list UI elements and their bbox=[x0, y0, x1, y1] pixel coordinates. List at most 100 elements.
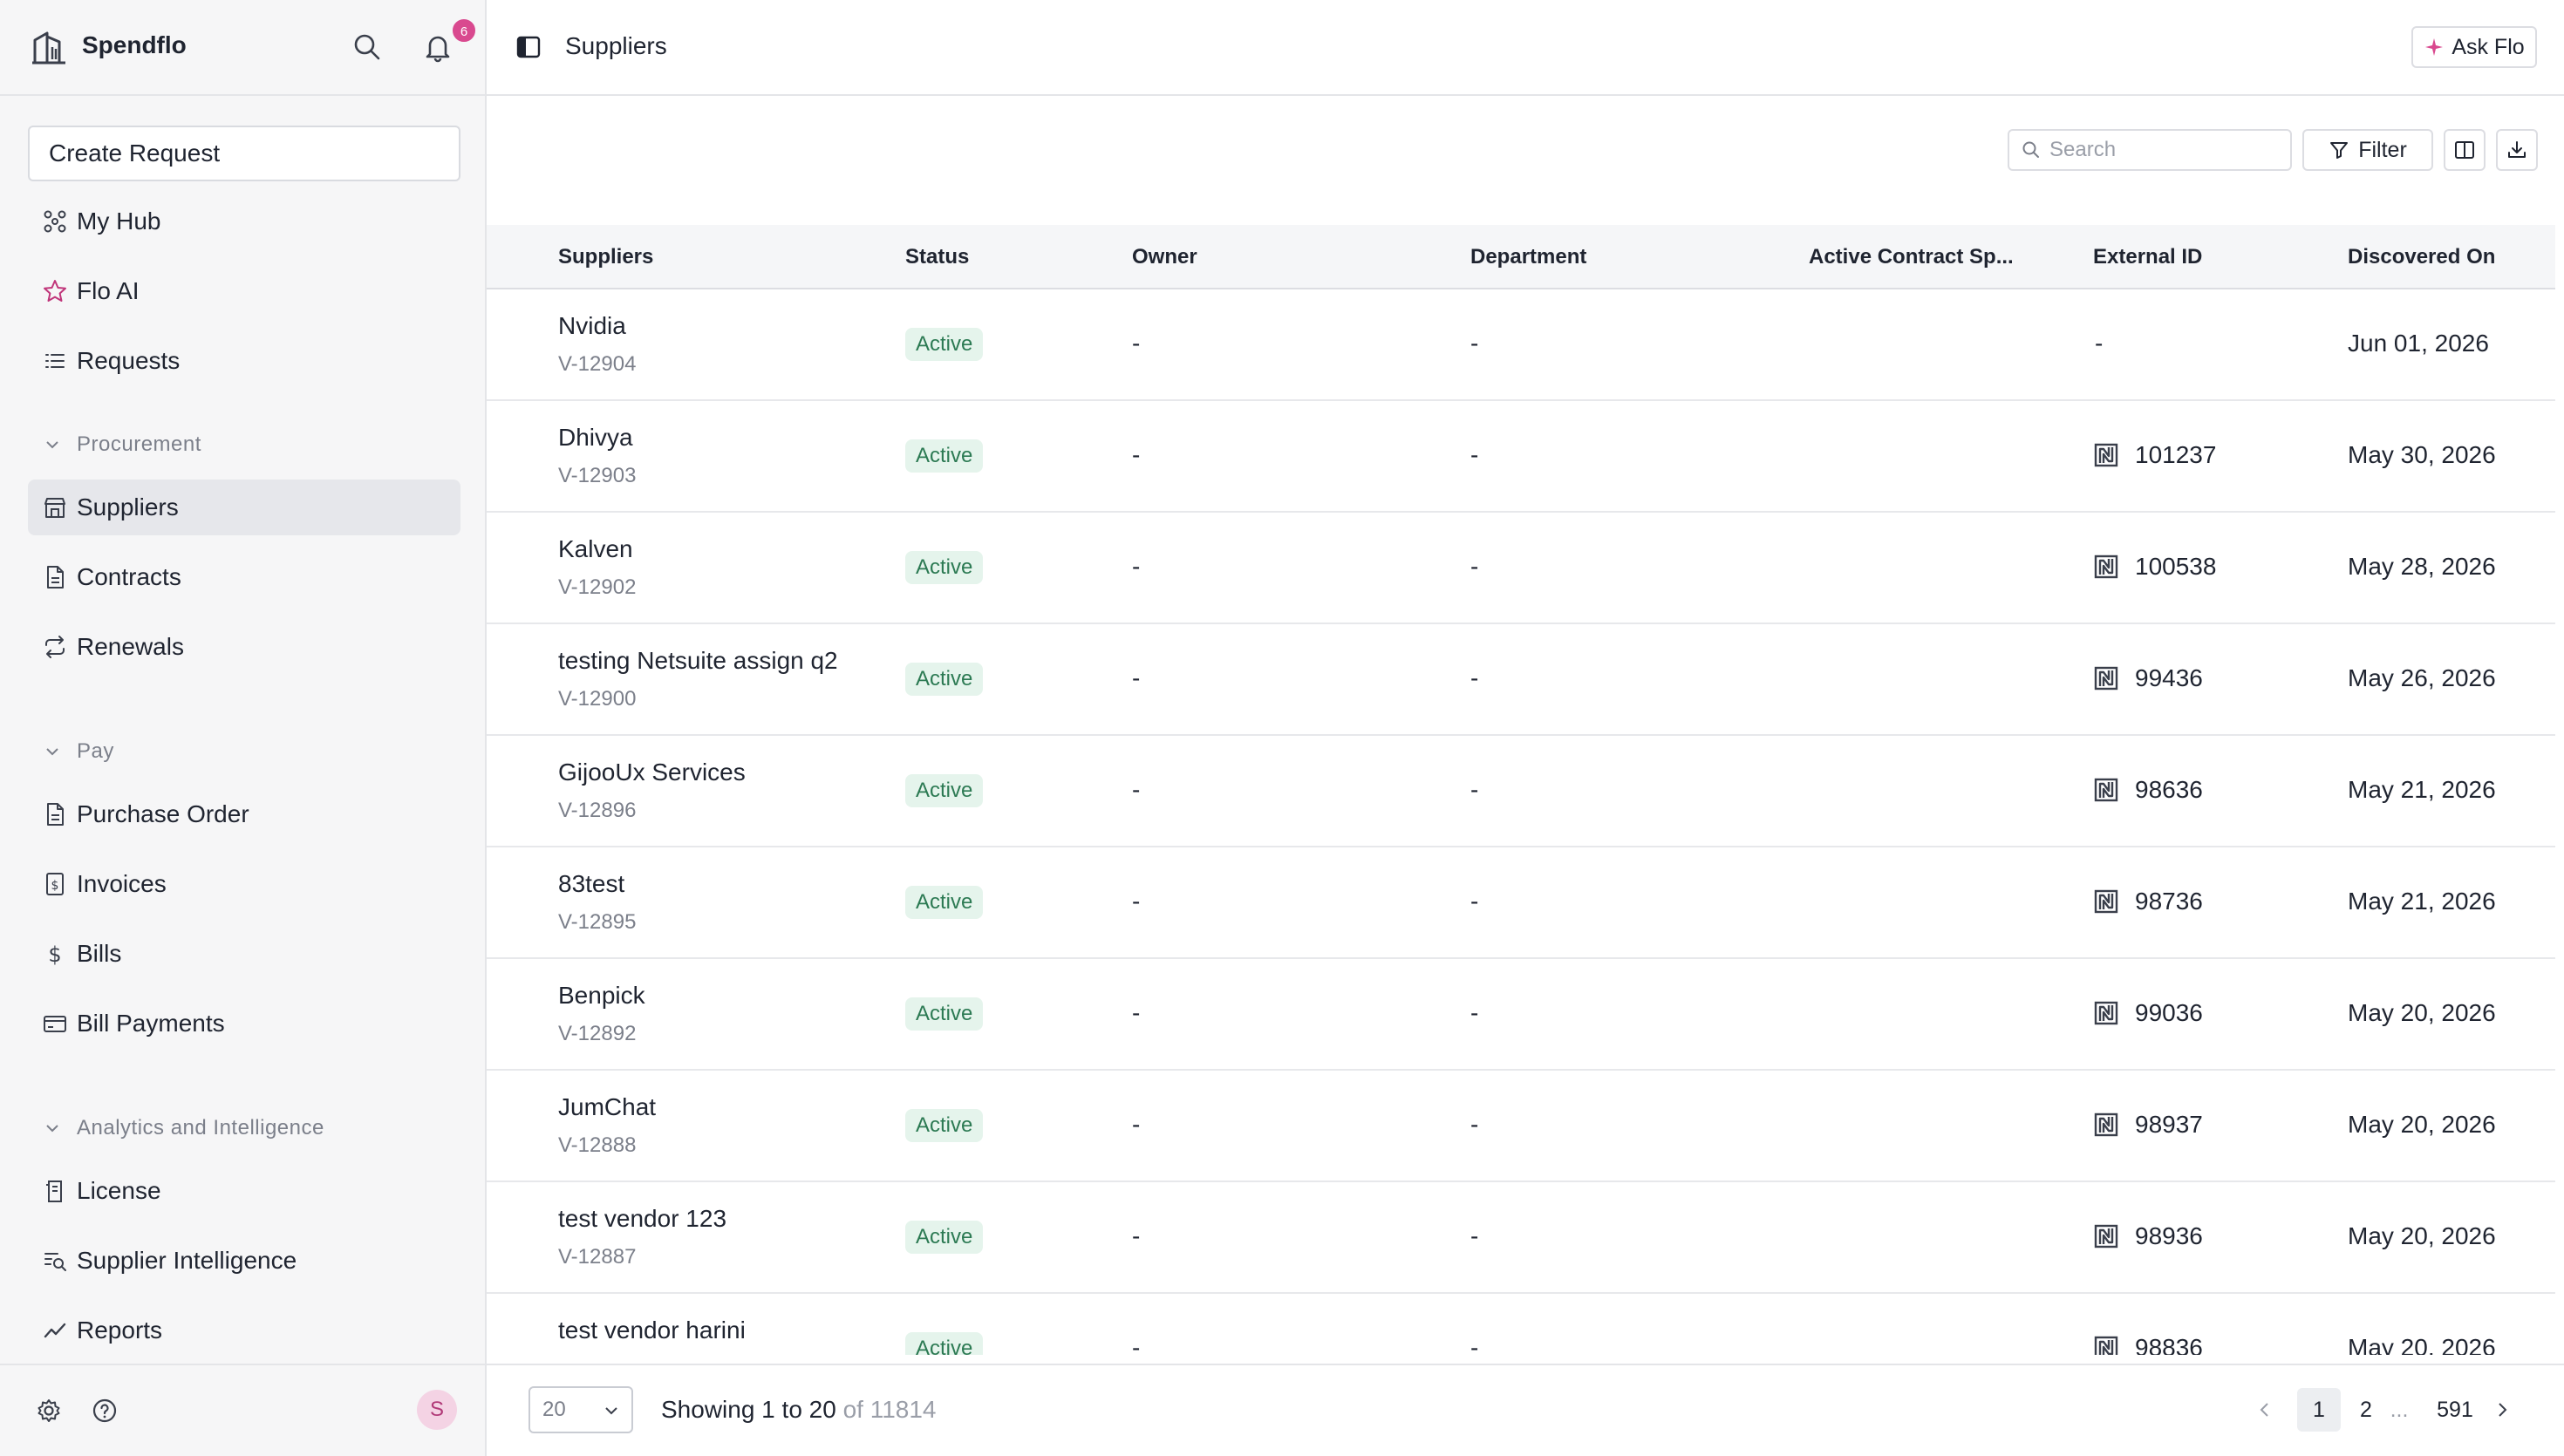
column-header-owner[interactable]: Owner bbox=[1132, 225, 1446, 289]
netsuite-icon bbox=[2094, 889, 2118, 914]
search-list-icon bbox=[44, 1253, 66, 1271]
create-request-button[interactable]: Create Request bbox=[28, 126, 460, 181]
external-id-value: 98936 bbox=[2135, 1222, 2203, 1249]
columns-button[interactable] bbox=[2444, 129, 2486, 171]
section-label: Pay bbox=[77, 739, 114, 763]
column-header-active-contract[interactable]: Active Contract Sp... bbox=[1809, 225, 2070, 289]
sidebar-item-reports[interactable]: Reports bbox=[28, 1303, 460, 1358]
sidebar-item-renewals[interactable]: Renewals bbox=[28, 619, 460, 675]
table-row[interactable]: testing Netsuite assign q2 V-12900 Active -… bbox=[487, 624, 2555, 736]
sidebar-item-requests[interactable]: Requests bbox=[28, 333, 460, 389]
page-button[interactable]: 2 bbox=[2344, 1388, 2388, 1432]
table-row[interactable]: GijooUx Services V-12896 Active - - 98636 May … bbox=[487, 736, 2555, 847]
chevron-right-icon[interactable] bbox=[2491, 1398, 2513, 1421]
supplier-name[interactable]: Benpick bbox=[558, 982, 645, 1010]
section-analytics[interactable]: Analytics and Intelligence bbox=[42, 1111, 324, 1146]
search-field[interactable] bbox=[2008, 129, 2292, 171]
card-icon bbox=[44, 1016, 66, 1032]
supplier-name[interactable]: GijooUx Services bbox=[558, 759, 746, 786]
table-row[interactable]: test vendor harini Active - - 98836 May 20, 2… bbox=[487, 1294, 2555, 1355]
department-value: - bbox=[1470, 441, 1479, 468]
help-icon[interactable] bbox=[91, 1397, 119, 1425]
results-summary: Showing 1 to 20 of 11814 bbox=[661, 1396, 937, 1424]
external-id-cell: 98736 bbox=[2093, 888, 2203, 915]
owner-value: - bbox=[1132, 441, 1141, 468]
sidebar-item-my-hub[interactable]: My Hub bbox=[28, 194, 460, 249]
page-size-select[interactable]: 20 bbox=[528, 1386, 633, 1433]
main-content: Suppliers Ask Flo Filter bbox=[487, 0, 2564, 1456]
external-id-value: - bbox=[2095, 330, 2104, 357]
status-badge: Active bbox=[905, 886, 984, 919]
supplier-id: V-12888 bbox=[558, 1133, 637, 1157]
external-id-value: 98736 bbox=[2135, 888, 2203, 915]
department-value: - bbox=[1470, 553, 1479, 580]
table-row[interactable]: Kalven V-12902 Active - - 100538 May 28, 2026 bbox=[487, 513, 2555, 624]
bell-icon[interactable] bbox=[422, 31, 453, 63]
sidebar-item-flo-ai[interactable]: Flo AI bbox=[28, 263, 460, 319]
external-id-value: 99436 bbox=[2135, 664, 2203, 691]
supplier-name[interactable]: Dhivya bbox=[558, 424, 633, 452]
sidebar-item-label: Suppliers bbox=[77, 493, 179, 520]
sidebar-item-label: Invoices bbox=[77, 870, 167, 897]
column-header-status[interactable]: Status bbox=[905, 225, 1115, 289]
section-procurement[interactable]: Procurement bbox=[42, 427, 201, 462]
supplier-name[interactable]: testing Netsuite assign q2 bbox=[558, 647, 838, 675]
sidebar-item-bills[interactable]: $ Bills bbox=[28, 926, 460, 982]
table-row[interactable]: 83test V-12895 Active - - 98736 May 21, 2026 bbox=[487, 847, 2555, 959]
suppliers-table: Suppliers Status Owner Department Active… bbox=[487, 225, 2555, 1355]
external-id-cell: 100538 bbox=[2093, 553, 2216, 581]
search-input[interactable] bbox=[2049, 138, 2276, 162]
download-button[interactable] bbox=[2496, 129, 2538, 171]
document-icon bbox=[47, 803, 64, 826]
status-badge: Active bbox=[905, 439, 984, 473]
page-button-current[interactable]: 1 bbox=[2297, 1388, 2341, 1432]
trend-icon bbox=[44, 1323, 66, 1338]
column-header-department[interactable]: Department bbox=[1470, 225, 1784, 289]
supplier-name[interactable]: test vendor 123 bbox=[558, 1205, 726, 1233]
netsuite-icon bbox=[2094, 1336, 2118, 1355]
table-row[interactable]: Benpick V-12892 Active - - 99036 May 20, 2026 bbox=[487, 959, 2555, 1071]
table-row[interactable]: test vendor 123 V-12887 Active - - 98936 May 2… bbox=[487, 1182, 2555, 1294]
table-row[interactable]: JumChat V-12888 Active - - 98937 May 20, 2026 bbox=[487, 1071, 2555, 1182]
supplier-name[interactable]: 83test bbox=[558, 870, 624, 898]
supplier-name[interactable]: test vendor harini bbox=[558, 1317, 746, 1344]
sidebar-item-purchase-order[interactable]: Purchase Order bbox=[28, 786, 460, 842]
column-header-external-id[interactable]: External ID bbox=[2093, 225, 2320, 289]
avatar[interactable]: S bbox=[417, 1390, 457, 1430]
supplier-id: V-12892 bbox=[558, 1022, 637, 1045]
sidebar-item-license[interactable]: License bbox=[28, 1163, 460, 1219]
sidebar-item-contracts[interactable]: Contracts bbox=[28, 549, 460, 605]
chevron-left-icon[interactable] bbox=[2254, 1398, 2276, 1421]
sidebar-item-label: Renewals bbox=[77, 633, 184, 660]
netsuite-icon bbox=[2094, 443, 2118, 467]
dollar-icon: $ bbox=[48, 942, 61, 967]
sidebar-item-label: Flo AI bbox=[77, 277, 140, 304]
sidebar-toggle-icon[interactable] bbox=[515, 33, 542, 61]
filter-button[interactable]: Filter bbox=[2302, 129, 2433, 171]
department-value: - bbox=[1470, 330, 1479, 357]
ask-flo-button[interactable]: Ask Flo bbox=[2411, 26, 2537, 68]
supplier-name[interactable]: Nvidia bbox=[558, 312, 626, 340]
sidebar-item-bill-payments[interactable]: Bill Payments bbox=[28, 996, 460, 1051]
column-header-discovered-on[interactable]: Discovered On bbox=[2348, 225, 2548, 289]
owner-value: - bbox=[1132, 664, 1141, 691]
app-root: Spendflo 6 Create Request My Hub Flo AI … bbox=[0, 0, 2564, 1456]
page-button[interactable]: 591 bbox=[2424, 1388, 2486, 1432]
column-header-suppliers[interactable]: Suppliers bbox=[558, 225, 890, 289]
owner-value: - bbox=[1132, 888, 1141, 915]
results-range: Showing 1 to 20 bbox=[661, 1396, 836, 1423]
sidebar-item-label: Bill Payments bbox=[77, 1010, 225, 1037]
discovered-on-value: Jun 01, 2026 bbox=[2348, 330, 2489, 357]
gear-icon[interactable] bbox=[35, 1397, 63, 1425]
supplier-name[interactable]: Kalven bbox=[558, 535, 633, 563]
sidebar-item-invoices[interactable]: $ Invoices bbox=[28, 856, 460, 912]
sidebar-item-suppliers[interactable]: Suppliers bbox=[28, 480, 460, 535]
supplier-id: V-12887 bbox=[558, 1245, 637, 1269]
search-icon[interactable] bbox=[351, 31, 383, 63]
sidebar: Spendflo 6 Create Request My Hub Flo AI … bbox=[0, 0, 487, 1456]
sidebar-item-supplier-intelligence[interactable]: Supplier Intelligence bbox=[28, 1233, 460, 1289]
supplier-name[interactable]: JumChat bbox=[558, 1093, 656, 1121]
section-pay[interactable]: Pay bbox=[42, 734, 114, 769]
table-row[interactable]: Dhivya V-12903 Active - - 101237 May 30, 2026 bbox=[487, 401, 2555, 513]
table-row[interactable]: Nvidia V-12904 Active - - - Jun 01, 2026 bbox=[487, 289, 2555, 401]
